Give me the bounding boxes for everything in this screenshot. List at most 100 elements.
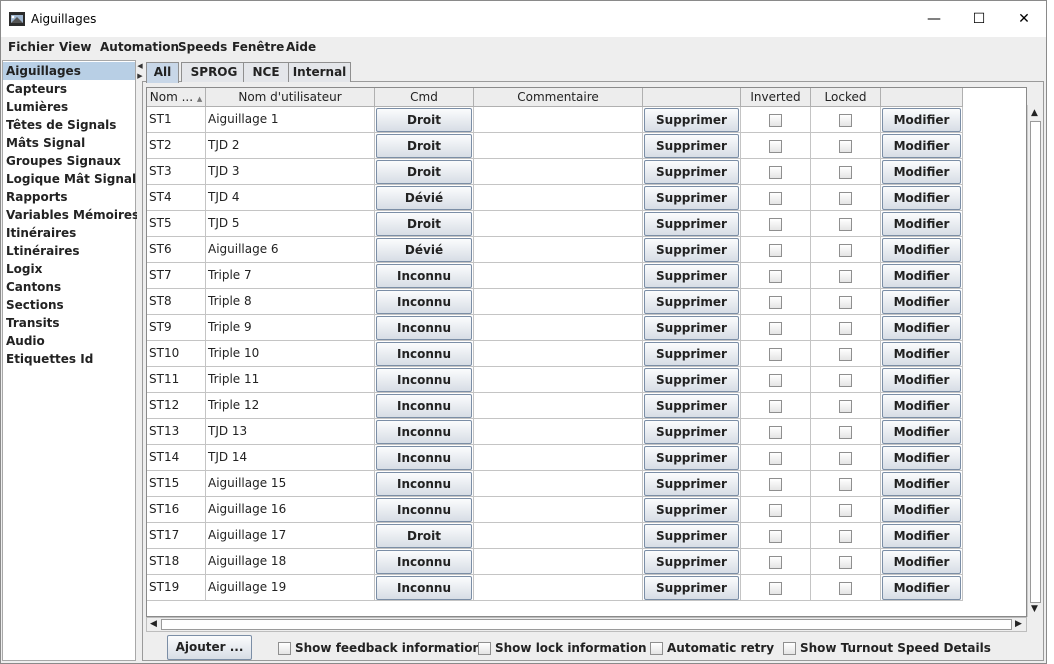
inverted-checkbox[interactable] (769, 400, 782, 413)
cell-name[interactable]: ST3 (147, 159, 206, 185)
inverted-checkbox[interactable] (769, 478, 782, 491)
close-button[interactable]: ✕ (1001, 1, 1047, 37)
horizontal-scroll-thumb[interactable] (161, 619, 1012, 630)
edit-button[interactable]: Modifier (882, 420, 961, 444)
edit-button[interactable]: Modifier (882, 212, 961, 236)
inverted-checkbox[interactable] (769, 296, 782, 309)
show-feedback-checkbox[interactable]: Show feedback information (278, 641, 481, 655)
edit-button[interactable]: Modifier (882, 160, 961, 184)
cell-name[interactable]: ST8 (147, 289, 206, 315)
menu-view[interactable]: View (59, 40, 91, 54)
cell-user-name[interactable]: TJD 4 (206, 185, 375, 211)
delete-button[interactable]: Supprimer (644, 238, 739, 262)
menu-automation[interactable]: Automation (100, 40, 179, 54)
cell-name[interactable]: ST2 (147, 133, 206, 159)
sidebar-item[interactable]: Itinéraires (3, 224, 135, 242)
edit-button[interactable]: Modifier (882, 134, 961, 158)
locked-checkbox[interactable] (839, 140, 852, 153)
edit-button[interactable]: Modifier (882, 498, 961, 522)
cell-comment[interactable] (474, 341, 643, 367)
inverted-checkbox[interactable] (769, 348, 782, 361)
checkbox-box[interactable] (783, 641, 796, 655)
menu-speeds[interactable]: Speeds (178, 40, 227, 54)
sidebar-item[interactable]: Audio (3, 332, 135, 350)
delete-button[interactable]: Supprimer (644, 264, 739, 288)
cell-user-name[interactable]: Triple 7 (206, 263, 375, 289)
scroll-up-icon[interactable]: ▲ (1031, 107, 1038, 119)
cell-name[interactable]: ST6 (147, 237, 206, 263)
cell-user-name[interactable]: Triple 8 (206, 289, 375, 315)
collapse-left-icon[interactable]: ◀ (137, 62, 143, 70)
inverted-checkbox[interactable] (769, 322, 782, 335)
cmd-button[interactable]: Inconnu (376, 420, 472, 444)
cell-name[interactable]: ST5 (147, 211, 206, 237)
cell-user-name[interactable]: Aiguillage 1 (206, 107, 375, 133)
cell-comment[interactable] (474, 445, 643, 471)
col-header-cmd[interactable]: Cmd (375, 88, 474, 107)
cell-name[interactable]: ST1 (147, 107, 206, 133)
menu-fichier[interactable]: Fichier (8, 40, 54, 54)
inverted-checkbox[interactable] (769, 504, 782, 517)
sidebar-item[interactable]: Transits (3, 314, 135, 332)
inverted-checkbox[interactable] (769, 244, 782, 257)
cmd-button[interactable]: Droit (376, 108, 472, 132)
edit-button[interactable]: Modifier (882, 550, 961, 574)
vertical-scroll-thumb[interactable] (1030, 121, 1041, 603)
cell-name[interactable]: ST19 (147, 575, 206, 601)
edit-button[interactable]: Modifier (882, 368, 961, 392)
cmd-button[interactable]: Inconnu (376, 446, 472, 470)
cmd-button[interactable]: Dévié (376, 186, 472, 210)
inverted-checkbox[interactable] (769, 270, 782, 283)
col-header-name[interactable]: Nom ... ▲ (147, 88, 206, 107)
cmd-button[interactable]: Droit (376, 134, 472, 158)
col-header-delete[interactable] (643, 88, 741, 107)
cmd-button[interactable]: Droit (376, 524, 472, 548)
cell-user-name[interactable]: Triple 10 (206, 341, 375, 367)
locked-checkbox[interactable] (839, 166, 852, 179)
locked-checkbox[interactable] (839, 296, 852, 309)
menu-fenetre[interactable]: Fenêtre (232, 40, 284, 54)
sidebar-item[interactable]: Têtes de Signals (3, 116, 135, 134)
sidebar-item[interactable]: Mâts Signal (3, 134, 135, 152)
cmd-button[interactable]: Inconnu (376, 316, 472, 340)
cell-comment[interactable] (474, 289, 643, 315)
cmd-button[interactable]: Inconnu (376, 576, 472, 600)
inverted-checkbox[interactable] (769, 192, 782, 205)
cell-user-name[interactable]: TJD 2 (206, 133, 375, 159)
cell-name[interactable]: ST18 (147, 549, 206, 575)
sidebar-item[interactable]: Aiguillages (3, 62, 135, 80)
checkbox-box[interactable] (650, 641, 663, 655)
delete-button[interactable]: Supprimer (644, 108, 739, 132)
cell-user-name[interactable]: Aiguillage 18 (206, 549, 375, 575)
delete-button[interactable]: Supprimer (644, 576, 739, 600)
show-lock-checkbox[interactable]: Show lock information (478, 641, 647, 655)
cmd-button[interactable]: Dévié (376, 238, 472, 262)
locked-checkbox[interactable] (839, 400, 852, 413)
delete-button[interactable]: Supprimer (644, 550, 739, 574)
cell-name[interactable]: ST13 (147, 419, 206, 445)
col-header-edit[interactable] (881, 88, 963, 107)
delete-button[interactable]: Supprimer (644, 368, 739, 392)
collapse-right-icon[interactable]: ▶ (137, 72, 143, 80)
edit-button[interactable]: Modifier (882, 576, 961, 600)
cmd-button[interactable]: Inconnu (376, 472, 472, 496)
locked-checkbox[interactable] (839, 504, 852, 517)
delete-button[interactable]: Supprimer (644, 498, 739, 522)
cell-comment[interactable] (474, 419, 643, 445)
cell-name[interactable]: ST17 (147, 523, 206, 549)
sidebar-item[interactable]: Etiquettes Id (3, 350, 135, 368)
cell-user-name[interactable]: Aiguillage 19 (206, 575, 375, 601)
inverted-checkbox[interactable] (769, 140, 782, 153)
minimize-button[interactable]: — (911, 1, 957, 37)
cell-comment[interactable] (474, 575, 643, 601)
inverted-checkbox[interactable] (769, 374, 782, 387)
cmd-button[interactable]: Inconnu (376, 264, 472, 288)
cell-name[interactable]: ST16 (147, 497, 206, 523)
locked-checkbox[interactable] (839, 218, 852, 231)
inverted-checkbox[interactable] (769, 218, 782, 231)
sidebar-item[interactable]: Variables Mémoires (3, 206, 139, 224)
cell-user-name[interactable]: Triple 9 (206, 315, 375, 341)
cell-comment[interactable] (474, 367, 643, 393)
cell-user-name[interactable]: Triple 12 (206, 393, 375, 419)
tab-all[interactable]: All (146, 62, 179, 83)
